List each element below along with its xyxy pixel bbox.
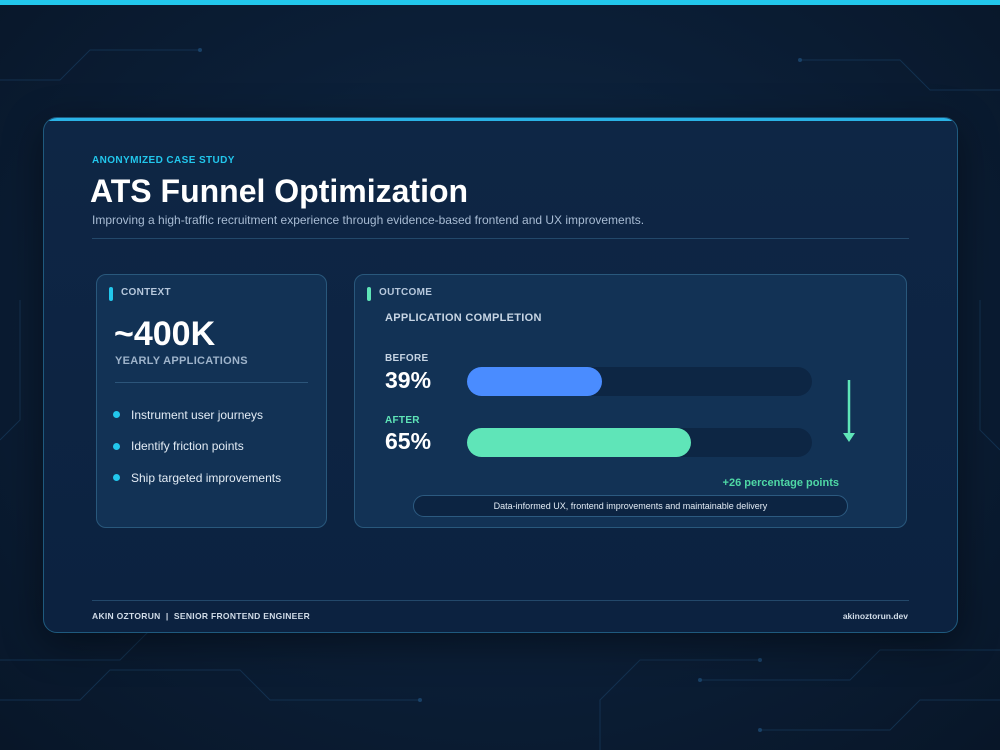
context-bullet-list: Instrument user journeys Identify fricti… <box>113 399 281 494</box>
outcome-tag: OUTCOME <box>379 287 433 298</box>
context-divider <box>115 382 308 383</box>
after-label: AFTER <box>385 415 420 426</box>
card-accent-bar <box>44 118 957 121</box>
outcome-panel: OUTCOME APPLICATION COMPLETION BEFORE 39… <box>354 274 907 528</box>
context-tag: CONTEXT <box>121 287 171 298</box>
bullet-text: Ship targeted improvements <box>131 470 282 485</box>
arrow-down-icon <box>843 380 855 442</box>
footer-divider <box>92 600 909 601</box>
after-progress-fill <box>467 428 692 457</box>
header-divider <box>92 238 909 239</box>
website-link[interactable]: akinoztorun.dev <box>843 611 908 621</box>
outcome-tag-marker <box>367 287 371 301</box>
improvement-delta: +26 percentage points <box>722 477 839 489</box>
author-byline: AKIN OZTORUN | SENIOR FRONTEND ENGINEER <box>92 611 311 621</box>
slide-page: ANONYMIZED CASE STUDY ATS Funnel Optimiz… <box>0 0 1000 750</box>
bullet-dot-icon <box>113 411 120 419</box>
summary-note-pill: Data-informed UX, frontend improvements … <box>413 495 848 517</box>
eyebrow-label: ANONYMIZED CASE STUDY <box>92 155 235 166</box>
case-study-card: ANONYMIZED CASE STUDY ATS Funnel Optimiz… <box>43 117 958 633</box>
list-item: Instrument user journeys <box>113 399 281 431</box>
bullet-dot-icon <box>113 474 120 482</box>
page-subtitle: Improving a high-traffic recruitment exp… <box>92 213 645 227</box>
metric-title: APPLICATION COMPLETION <box>385 312 542 324</box>
yearly-applications-stat: ~400K <box>114 315 216 353</box>
before-progress-fill <box>467 367 602 396</box>
context-panel: CONTEXT ~400K YEARLY APPLICATIONS Instru… <box>96 274 327 528</box>
after-progress-track <box>467 428 812 457</box>
list-item: Identify friction points <box>113 431 281 463</box>
list-item: Ship targeted improvements <box>113 462 281 494</box>
yearly-applications-label: YEARLY APPLICATIONS <box>115 355 248 367</box>
before-label: BEFORE <box>385 353 429 364</box>
context-tag-marker <box>109 287 113 301</box>
bullet-dot-icon <box>113 442 120 450</box>
bullet-text: Instrument user journeys <box>131 407 264 422</box>
before-value: 39% <box>385 367 432 393</box>
after-value: 65% <box>385 428 432 454</box>
before-progress-track <box>467 367 812 396</box>
page-title: ATS Funnel Optimization <box>90 173 469 209</box>
bullet-text: Identify friction points <box>131 439 244 454</box>
